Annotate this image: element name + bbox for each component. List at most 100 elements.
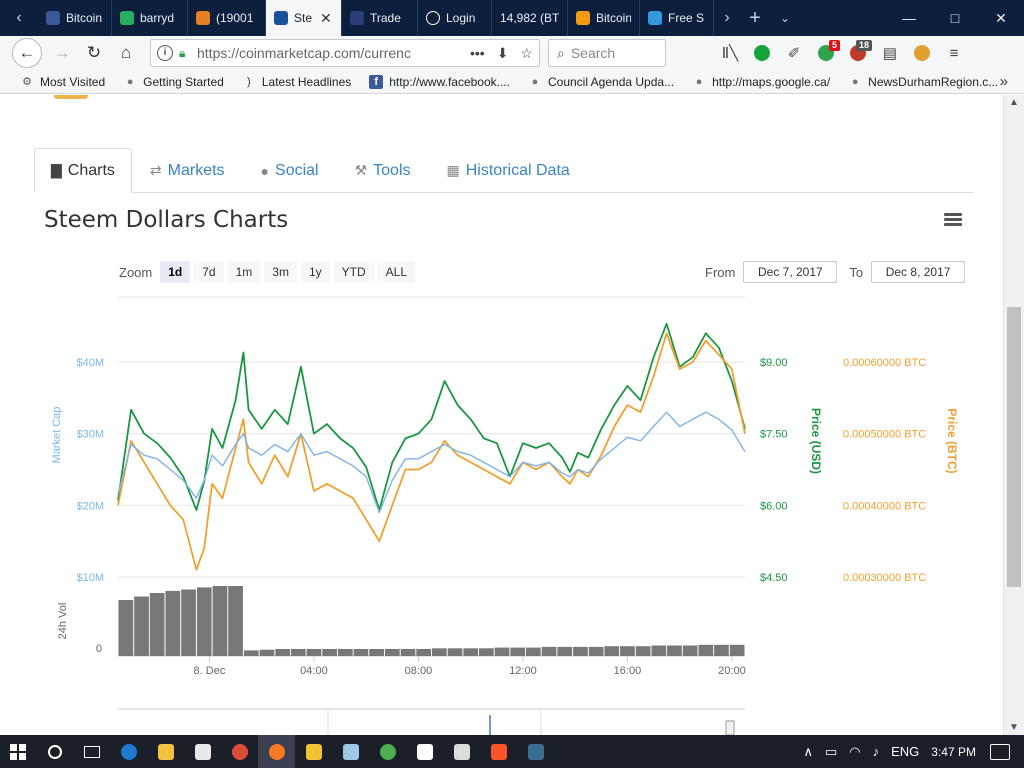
monkey-extension-icon[interactable] bbox=[906, 39, 938, 67]
tray-overflow-icon[interactable]: ∧ bbox=[803, 744, 813, 760]
volume-bar bbox=[290, 649, 306, 656]
reader-view-icon[interactable]: ▤ bbox=[874, 39, 906, 67]
language-indicator[interactable]: ENG bbox=[891, 744, 919, 759]
start-button[interactable] bbox=[0, 735, 36, 768]
paint-icon[interactable] bbox=[332, 735, 369, 768]
battery-icon[interactable]: ▭ bbox=[825, 744, 837, 760]
bookmark-star-icon[interactable]: ☆ bbox=[520, 45, 533, 62]
mail-icon[interactable] bbox=[406, 735, 443, 768]
page-scrollbar[interactable]: ▲ ▼ bbox=[1003, 95, 1024, 735]
wifi-icon[interactable]: ◠ bbox=[849, 744, 860, 760]
new-tab-icon[interactable]: + bbox=[740, 0, 770, 36]
page-actions-icon[interactable]: ••• bbox=[470, 45, 485, 62]
browser-tab[interactable]: Bitcoin bbox=[38, 0, 112, 36]
screen: ‹ Bitcoin barryd (19001 Ste ✕ Trade Login 14,98… bbox=[0, 0, 1024, 768]
firefox-icon[interactable] bbox=[258, 735, 295, 768]
reload-button[interactable]: ↻ bbox=[78, 39, 110, 67]
info-icon[interactable]: i bbox=[157, 45, 173, 61]
store-icon[interactable] bbox=[184, 735, 221, 768]
forward-button[interactable]: → bbox=[46, 39, 78, 67]
tab-favicon-icon bbox=[426, 11, 440, 25]
zoom-button-all[interactable]: ALL bbox=[377, 261, 415, 283]
brave-icon[interactable] bbox=[480, 735, 517, 768]
edge-icon[interactable] bbox=[110, 735, 147, 768]
back-button[interactable]: ← bbox=[12, 38, 42, 68]
file-explorer-icon[interactable] bbox=[147, 735, 184, 768]
vpn-extension-icon[interactable]: 5 bbox=[810, 39, 842, 67]
scroll-tabs-right-icon[interactable]: › bbox=[714, 0, 740, 36]
volume-icon[interactable]: ♪ bbox=[873, 744, 880, 759]
bookmark-item[interactable]: ⚙ Most Visited bbox=[20, 75, 105, 89]
bookmark-item[interactable]: ● NewsDurhamRegion.c... bbox=[848, 75, 998, 89]
minimize-icon[interactable]: — bbox=[886, 0, 932, 36]
browser-tab[interactable]: barryd bbox=[112, 0, 188, 36]
volume-bar bbox=[526, 647, 541, 656]
x-tick-label: 04:00 bbox=[300, 665, 328, 677]
tab-label: Ste bbox=[294, 11, 313, 25]
chrome-icon[interactable] bbox=[221, 735, 258, 768]
bookmark-item[interactable]: ) Latest Headlines bbox=[242, 75, 351, 89]
library-icon[interactable]: Ⅱ╲ bbox=[714, 39, 746, 67]
zoom-button-1y[interactable]: 1y bbox=[300, 261, 330, 283]
zoom-button-7d[interactable]: 7d bbox=[194, 261, 224, 283]
search-input[interactable]: ⌕ Search bbox=[548, 39, 666, 67]
adblock-icon[interactable]: 18 bbox=[842, 39, 874, 67]
scroll-down-icon[interactable]: ▼ bbox=[1004, 722, 1024, 733]
zoom-button-ytd[interactable]: YTD bbox=[333, 261, 374, 283]
tab-social[interactable]: ● Social bbox=[243, 148, 337, 193]
bookmark-item[interactable]: ● Council Agenda Upda... bbox=[528, 75, 674, 89]
chart-menu-icon[interactable] bbox=[944, 213, 962, 227]
action-center-icon[interactable] bbox=[990, 743, 1010, 760]
currency-tabs: ▇ Charts ⇄ Markets ● Social ⚒ Tools ▦ Historical … bbox=[34, 148, 974, 193]
tab-list-chevron-icon[interactable]: ⌄ bbox=[770, 0, 800, 36]
url-bar[interactable]: i 🔒︎ https://coinmarketcap.com/currenc •… bbox=[150, 39, 540, 67]
app-icon[interactable] bbox=[517, 735, 554, 768]
browser-tab[interactable]: 14,982 (BTC bbox=[492, 0, 568, 36]
cortana-search-icon[interactable] bbox=[36, 735, 73, 768]
grammarly-icon[interactable] bbox=[746, 39, 778, 67]
browser-tab[interactable]: Bitcoin bbox=[568, 0, 640, 36]
calculator-grid-icon[interactable] bbox=[295, 735, 332, 768]
zoom-button-1d[interactable]: 1d bbox=[160, 261, 191, 283]
zoom-button-1m[interactable]: 1m bbox=[227, 261, 261, 283]
task-view-icon[interactable] bbox=[73, 735, 110, 768]
pocket-icon[interactable]: ⬇︎ bbox=[497, 45, 509, 62]
browser-tab[interactable]: (19001 bbox=[188, 0, 266, 36]
tab-historical-data[interactable]: ▦ Historical Data bbox=[429, 148, 588, 193]
bookmark-item[interactable]: ● http://maps.google.ca/ bbox=[692, 75, 830, 89]
calculator-icon[interactable] bbox=[443, 735, 480, 768]
browser-tab[interactable]: Free S bbox=[640, 0, 714, 36]
lock-icon[interactable]: 🔒︎ bbox=[179, 47, 191, 59]
eyedropper-icon[interactable]: ✐ bbox=[778, 39, 810, 67]
url-text[interactable]: https://coinmarketcap.com/currenc bbox=[197, 45, 464, 61]
maximize-icon[interactable]: □ bbox=[932, 0, 978, 36]
globe-app-icon[interactable] bbox=[369, 735, 406, 768]
close-window-icon[interactable]: ✕ bbox=[978, 0, 1024, 36]
to-date-input[interactable]: Dec 8, 2017 bbox=[871, 261, 966, 283]
volume-bar bbox=[447, 648, 463, 656]
close-tab-icon[interactable]: ✕ bbox=[320, 10, 332, 27]
vpn-badge: 5 bbox=[828, 40, 840, 51]
tab-charts[interactable]: ▇ Charts bbox=[34, 148, 132, 193]
globe-icon: ● bbox=[260, 162, 270, 179]
scrollbar-thumb[interactable] bbox=[1007, 307, 1021, 587]
usd-tick-label: $4.50 bbox=[760, 572, 788, 584]
clock[interactable]: 3:47 PM bbox=[931, 745, 976, 759]
browser-tab[interactable]: Trade bbox=[342, 0, 418, 36]
browser-tab[interactable]: Login bbox=[418, 0, 492, 36]
tab-favicon-icon bbox=[648, 11, 662, 25]
scroll-up-icon[interactable]: ▲ bbox=[1004, 97, 1024, 108]
browser-tab[interactable]: Ste ✕ bbox=[266, 0, 342, 36]
market-cap-axis-title: Market Cap bbox=[51, 407, 63, 464]
bookmarks-overflow-icon[interactable]: » bbox=[1000, 73, 1008, 90]
zoom-button-3m[interactable]: 3m bbox=[264, 261, 297, 283]
menu-icon[interactable]: ≡ bbox=[938, 39, 970, 67]
bookmark-item[interactable]: f http://www.facebook.... bbox=[369, 74, 510, 89]
x-tick-label: 12:00 bbox=[509, 665, 537, 677]
tab-tools[interactable]: ⚒ Tools bbox=[337, 148, 429, 193]
scroll-tabs-left-icon[interactable]: ‹ bbox=[0, 0, 38, 36]
from-date-input[interactable]: Dec 7, 2017 bbox=[743, 261, 838, 283]
home-button[interactable]: ⌂ bbox=[110, 39, 142, 67]
tab-markets[interactable]: ⇄ Markets bbox=[132, 148, 243, 193]
bookmark-item[interactable]: ● Getting Started bbox=[123, 75, 224, 89]
